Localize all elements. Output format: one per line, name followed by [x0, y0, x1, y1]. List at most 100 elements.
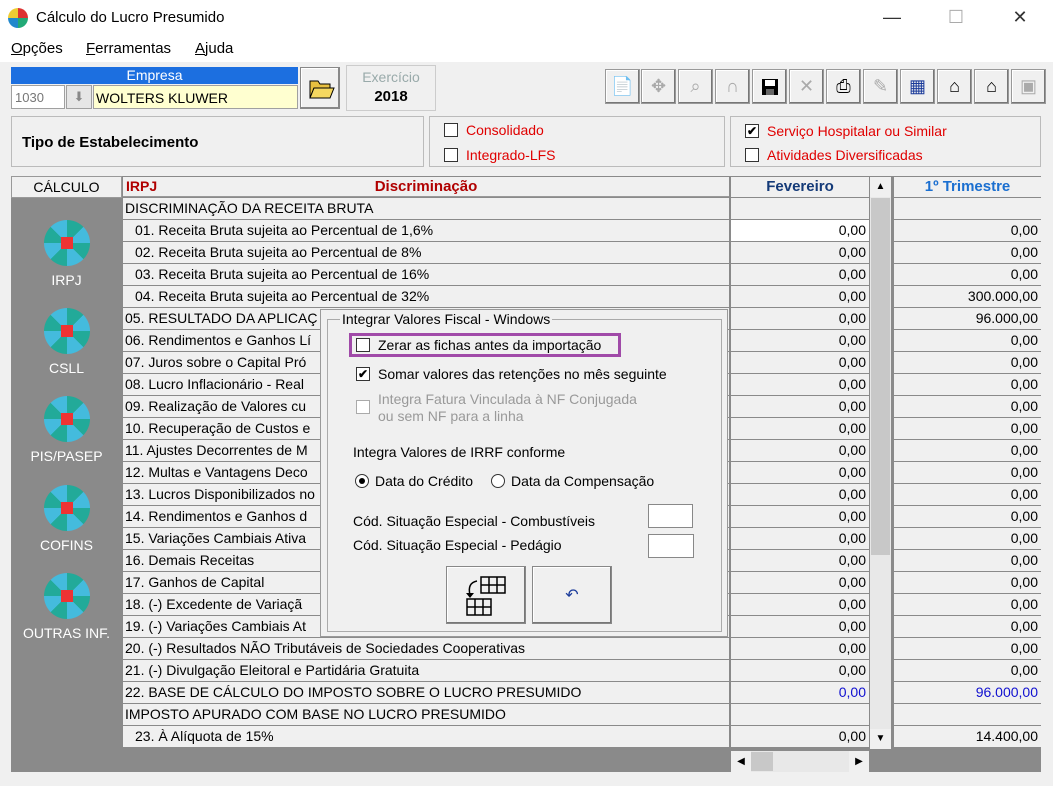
- app-logo-icon: [8, 8, 28, 28]
- save-button[interactable]: [752, 69, 787, 104]
- empresa-lookup-button[interactable]: ⬇: [66, 85, 92, 109]
- archive-button[interactable]: ▣: [1011, 69, 1046, 104]
- grid-cell-month[interactable]: 0,00: [731, 528, 869, 549]
- checkbox-icon: [356, 338, 370, 352]
- magnet-button[interactable]: ∩: [715, 69, 750, 104]
- scroll-right-arrow-icon[interactable]: ▶: [849, 751, 869, 772]
- options-group-right: ✔ Serviço Hospitalar ou Similar Atividade…: [730, 116, 1041, 167]
- nav-cofins[interactable]: COFINS: [11, 485, 122, 553]
- close-button[interactable]: ✕: [997, 0, 1043, 36]
- grid-cell-month[interactable]: 0,00: [731, 638, 869, 659]
- grid-row-label: 21. (-) Divulgação Eleitoral e Partidári…: [123, 660, 729, 681]
- grid-row-label: 01. Receita Bruta sujeita ao Percentual …: [123, 220, 729, 241]
- combustiveis-input[interactable]: [648, 504, 693, 528]
- grid-cell-quarter: 0,00: [894, 638, 1041, 659]
- grid-cell-quarter: 0,00: [894, 550, 1041, 571]
- exercicio-box[interactable]: Exercício 2018: [346, 65, 436, 111]
- grid-cell-month[interactable]: 0,00: [731, 462, 869, 483]
- nav-csll[interactable]: CSLL: [11, 308, 122, 376]
- print-icon: ⎙: [836, 76, 851, 96]
- title-bar: Cálculo do Lucro Presumido — ☐ ✕: [0, 0, 1053, 36]
- grid-cell-month[interactable]: 0,00: [731, 484, 869, 505]
- radio-data-compensacao[interactable]: Data da Compensação: [491, 473, 654, 489]
- empresa-header: Empresa: [11, 67, 298, 84]
- scroll-down-arrow-icon[interactable]: ▼: [870, 729, 891, 749]
- grid-cell-month[interactable]: 0,00: [731, 506, 869, 527]
- grid-cell-month[interactable]: 0,00: [731, 352, 869, 373]
- atividades-diversificadas-checkbox[interactable]: Atividades Diversificadas: [745, 147, 923, 163]
- grid-cell-month[interactable]: 0,00: [731, 682, 869, 703]
- consolidado-checkbox[interactable]: Consolidado: [444, 122, 544, 138]
- checkbox-icon: [444, 123, 458, 137]
- grid-cell-quarter: 0,00: [894, 330, 1041, 351]
- export-button[interactable]: ⌂: [974, 69, 1009, 104]
- integrate-button[interactable]: [446, 566, 526, 624]
- empresa-code-field[interactable]: 1030: [11, 85, 65, 109]
- search-button[interactable]: ⌕: [678, 69, 713, 104]
- print-button[interactable]: ⎙: [826, 69, 861, 104]
- move-icon: ✥: [650, 76, 667, 96]
- grid-cell-month[interactable]: 0,00: [731, 616, 869, 637]
- scroll-left-arrow-icon[interactable]: ◀: [731, 751, 751, 772]
- document-button[interactable]: 📄: [605, 69, 640, 104]
- edit-icon: ✎: [872, 76, 889, 96]
- import-button[interactable]: ⌂: [937, 69, 972, 104]
- nav-irpj[interactable]: IRPJ: [11, 220, 122, 288]
- scroll-up-arrow-icon[interactable]: ▲: [870, 177, 891, 197]
- maximize-button[interactable]: ☐: [933, 0, 979, 36]
- cofins-icon: [43, 485, 90, 531]
- zerar-checkbox[interactable]: Zerar as fichas antes da importação: [356, 337, 601, 353]
- grid-cell-month[interactable]: 0,00: [731, 286, 869, 307]
- grid-cell-month[interactable]: 0,00: [731, 220, 869, 241]
- radio-data-credito[interactable]: Data do Crédito: [355, 473, 473, 489]
- grid-cell-month[interactable]: 0,00: [731, 660, 869, 681]
- delete-button[interactable]: ✕: [789, 69, 824, 104]
- grid-cell-month[interactable]: 0,00: [731, 308, 869, 329]
- horizontal-scrollbar[interactable]: ◀ ▶: [731, 751, 869, 772]
- nav-pis-pasep[interactable]: PIS/PASEP: [11, 396, 122, 464]
- grid-cell-month[interactable]: 0,00: [731, 726, 869, 747]
- grid-cell-month[interactable]: [731, 198, 869, 219]
- integra-fatura-checkbox[interactable]: Integra Fatura Vinculada à NF Conjugada o…: [356, 391, 637, 425]
- grid-cell-month[interactable]: 0,00: [731, 550, 869, 571]
- grid-cell-month[interactable]: 0,00: [731, 330, 869, 351]
- import-icon: ⌂: [949, 76, 960, 96]
- scrollbar-thumb[interactable]: [871, 198, 890, 555]
- edit-button[interactable]: ✎: [863, 69, 898, 104]
- grid-cell-quarter: [894, 704, 1041, 725]
- menu-ferramentas[interactable]: Ferramentas: [86, 40, 171, 57]
- grid-cell-quarter: 0,00: [894, 352, 1041, 373]
- menu-opcoes[interactable]: Opções: [11, 40, 63, 57]
- menu-ajuda[interactable]: Ajuda: [195, 40, 233, 57]
- integrado-lfs-checkbox[interactable]: Integrado-LFS: [444, 147, 556, 163]
- minimize-button[interactable]: —: [869, 0, 915, 36]
- radio-selected-icon: [355, 474, 369, 488]
- nav-outras-inf[interactable]: OUTRAS INF.: [11, 573, 122, 641]
- grid-cell-month[interactable]: 0,00: [731, 242, 869, 263]
- grid-cell-month[interactable]: [731, 704, 869, 725]
- open-folder-button[interactable]: [300, 67, 340, 109]
- servico-hospitalar-checkbox[interactable]: ✔ Serviço Hospitalar ou Similar: [745, 123, 947, 139]
- hscroll-thumb[interactable]: [751, 752, 773, 771]
- grid-cell-month[interactable]: 0,00: [731, 396, 869, 417]
- empresa-name-field[interactable]: WOLTERS KLUWER: [93, 85, 298, 109]
- grid-cell-month[interactable]: 0,00: [731, 374, 869, 395]
- grid-cell-month[interactable]: 0,00: [731, 440, 869, 461]
- pedagio-input[interactable]: [648, 534, 694, 558]
- calculator-button[interactable]: ▦: [900, 69, 935, 104]
- csll-icon: [43, 308, 90, 354]
- move-button[interactable]: ✥: [641, 69, 676, 104]
- nav-header: CÁLCULO: [11, 176, 122, 198]
- pis-pasep-icon: [43, 396, 90, 442]
- grid-cell-month[interactable]: 0,00: [731, 264, 869, 285]
- grid-cell-month[interactable]: 0,00: [731, 572, 869, 593]
- grid-cell-quarter: 0,00: [894, 506, 1041, 527]
- calc-sidebar: IRPJ CSLL PIS/PASEP COFINS OUTRAS INF.: [11, 176, 122, 772]
- grid-cell-month[interactable]: 0,00: [731, 418, 869, 439]
- folder-open-icon: [309, 80, 335, 99]
- grid-cell-month[interactable]: 0,00: [731, 594, 869, 615]
- exercicio-label: Exercício: [362, 69, 420, 85]
- irrf-label: Integra Valores de IRRF conforme: [353, 444, 566, 460]
- somar-checkbox[interactable]: ✔ Somar valores das retenções no mês segu…: [356, 366, 667, 382]
- undo-button[interactable]: ↶: [532, 566, 612, 624]
